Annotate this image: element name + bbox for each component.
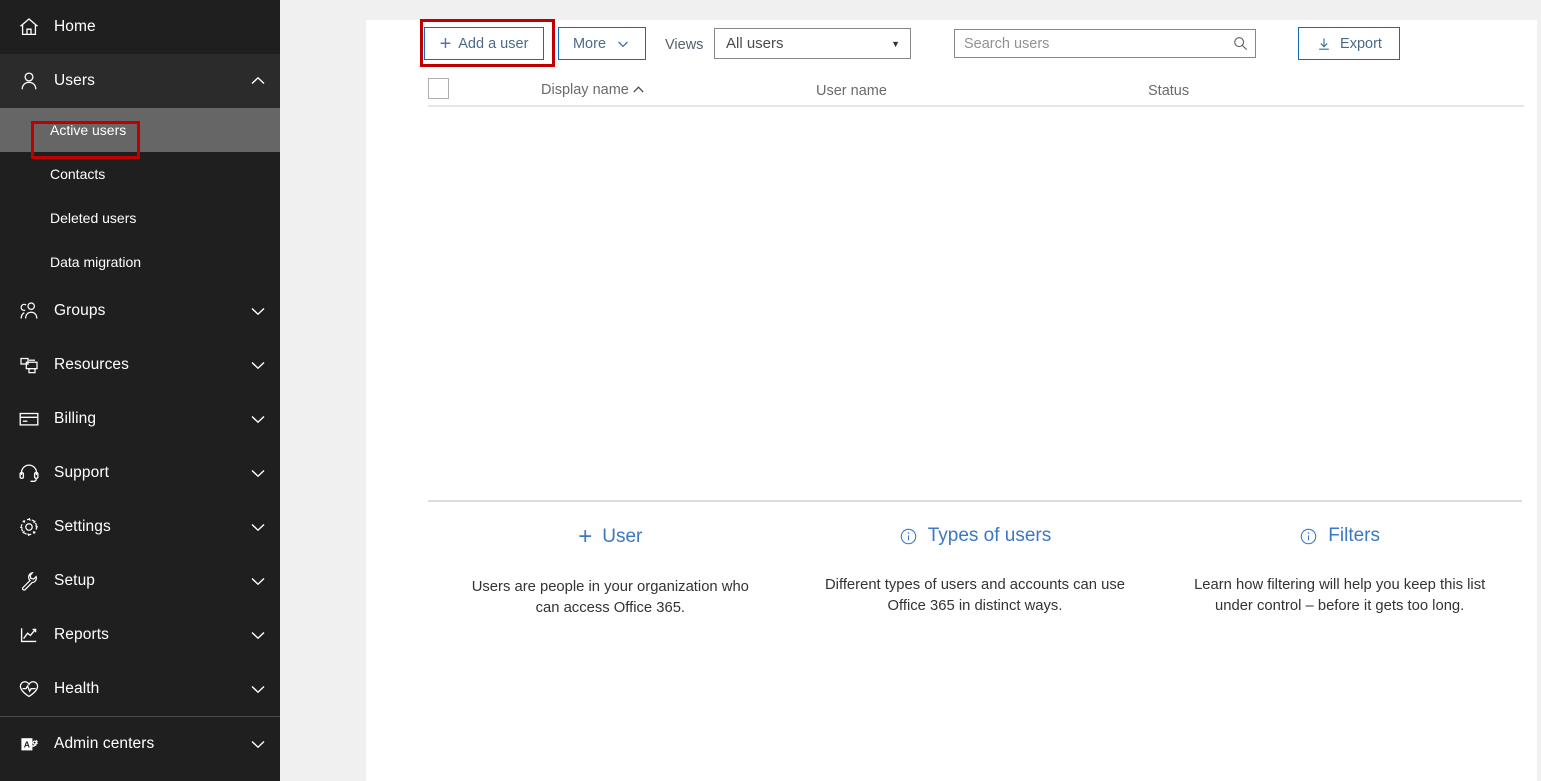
info-cards: + User Users are people in your organiza…	[428, 525, 1522, 619]
card-types-of-users: Types of users Different types of users …	[793, 525, 1158, 619]
card-user: + User Users are people in your organiza…	[428, 525, 793, 619]
sidebar-item-data-migration[interactable]: Data migration	[0, 240, 280, 284]
card-description: Users are people in your organization wh…	[460, 577, 760, 619]
sidebar-item-support[interactable]: Support	[0, 446, 280, 500]
card-description: Learn how filtering will help you keep t…	[1190, 575, 1490, 617]
add-a-user-button[interactable]: + Add a user	[424, 27, 544, 60]
sidebar-item-resources[interactable]: Resources	[0, 338, 280, 392]
sidebar-item-label: Admin centers	[54, 735, 236, 753]
chevron-down-icon[interactable]	[236, 734, 280, 754]
chevron-down-icon[interactable]	[236, 517, 280, 537]
resources-icon	[4, 353, 54, 377]
more-label: More	[573, 36, 606, 52]
support-icon	[4, 461, 54, 485]
chevron-down-icon[interactable]	[236, 625, 280, 645]
svg-text:A: A	[24, 739, 30, 749]
sidebar-item-label: Reports	[54, 626, 236, 644]
plus-icon: +	[440, 34, 452, 54]
card-description: Different types of users and accounts ca…	[825, 575, 1125, 617]
add-a-user-label: Add a user	[458, 36, 528, 52]
export-label: Export	[1340, 36, 1382, 52]
card-title: User	[602, 526, 642, 548]
column-header-display-name[interactable]: Display name	[541, 81, 647, 98]
cards-divider	[428, 500, 1522, 502]
views-label: Views	[665, 37, 703, 53]
select-all-checkbox[interactable]	[428, 78, 449, 99]
column-header-label: Status	[1148, 83, 1189, 99]
info-circle-icon	[1299, 527, 1318, 546]
search-input[interactable]	[955, 30, 1225, 57]
card-title: Filters	[1328, 525, 1380, 547]
column-header-label: User name	[816, 83, 887, 99]
admin-centers-icon: A	[4, 732, 54, 756]
sidebar-subitem-label: Contacts	[0, 166, 105, 182]
sidebar-item-admin-centers[interactable]: A Admin centers	[0, 717, 280, 771]
sidebar-item-label: Users	[54, 72, 236, 90]
sidebar-subitem-label: Data migration	[0, 254, 141, 270]
sidebar-item-label: Settings	[54, 518, 236, 536]
card-user-link[interactable]: + User	[578, 525, 642, 549]
chevron-down-icon[interactable]	[236, 463, 280, 483]
home-icon	[4, 15, 54, 39]
sidebar-subitem-label: Deleted users	[0, 210, 136, 226]
sidebar-item-reports[interactable]: Reports	[0, 608, 280, 662]
sidebar-subitem-label: Active users	[0, 122, 126, 138]
users-table-body-empty	[428, 109, 1524, 499]
heart-pulse-icon	[4, 677, 54, 701]
sidebar-item-label: Billing	[54, 410, 236, 428]
groups-icon	[4, 299, 54, 323]
billing-icon	[4, 407, 54, 431]
search-icon[interactable]	[1225, 35, 1255, 52]
sidebar-item-active-users[interactable]: Active users	[0, 108, 280, 152]
chevron-down-icon[interactable]	[236, 355, 280, 375]
sidebar-item-label: Groups	[54, 302, 236, 320]
sidebar-item-deleted-users[interactable]: Deleted users	[0, 196, 280, 240]
command-toolbar: + Add a user More Views All users ▼	[366, 20, 1537, 81]
sidebar-item-contacts[interactable]: Contacts	[0, 152, 280, 196]
sidebar-item-setup[interactable]: Setup	[0, 554, 280, 608]
plus-icon: +	[578, 525, 592, 549]
chevron-down-icon	[615, 36, 631, 52]
sidebar-item-groups[interactable]: Groups	[0, 284, 280, 338]
download-arrow-icon	[1316, 36, 1332, 52]
export-button[interactable]: Export	[1298, 27, 1400, 60]
reports-chart-icon	[4, 623, 54, 647]
sidebar-item-home[interactable]: Home	[0, 0, 280, 54]
views-selected-value: All users	[715, 35, 891, 52]
sidebar-item-label: Setup	[54, 572, 236, 590]
sidebar-item-settings[interactable]: Settings	[0, 500, 280, 554]
sidebar-item-users[interactable]: Users	[0, 54, 280, 108]
column-header-user-name[interactable]: User name	[816, 83, 887, 99]
chevron-down-icon[interactable]	[236, 301, 280, 321]
more-button[interactable]: More	[558, 27, 646, 60]
left-navigation-sidebar: Home Users Active users Contacts	[0, 0, 280, 781]
chevron-down-icon[interactable]	[236, 679, 280, 699]
sidebar-item-label: Health	[54, 680, 236, 698]
wrench-icon	[4, 569, 54, 593]
card-types-of-users-link[interactable]: Types of users	[899, 525, 1052, 547]
column-header-status[interactable]: Status	[1148, 83, 1189, 99]
column-header-label: Display name	[541, 82, 629, 98]
caret-down-icon: ▼	[891, 39, 910, 49]
sort-ascending-icon	[630, 81, 647, 98]
user-icon	[4, 69, 54, 93]
sidebar-item-billing[interactable]: Billing	[0, 392, 280, 446]
card-filters: Filters Learn how filtering will help yo…	[1157, 525, 1522, 619]
gear-icon	[4, 515, 54, 539]
info-circle-icon	[899, 527, 918, 546]
search-users-box[interactable]	[954, 29, 1256, 58]
card-filters-link[interactable]: Filters	[1299, 525, 1380, 547]
main-content-panel: + Add a user More Views All users ▼	[366, 20, 1537, 781]
card-title: Types of users	[928, 525, 1052, 547]
admin-center-page: Home Users Active users Contacts	[0, 0, 1541, 781]
users-table-header: Display name User name Status	[428, 77, 1524, 107]
sidebar-item-label: Resources	[54, 356, 236, 374]
chevron-down-icon[interactable]	[236, 571, 280, 591]
views-select[interactable]: All users ▼	[714, 28, 911, 59]
chevron-down-icon[interactable]	[236, 409, 280, 429]
chevron-up-icon[interactable]	[236, 71, 280, 91]
sidebar-item-label: Home	[54, 18, 236, 36]
sidebar-item-label: Support	[54, 464, 236, 482]
sidebar-item-health[interactable]: Health	[0, 662, 280, 716]
